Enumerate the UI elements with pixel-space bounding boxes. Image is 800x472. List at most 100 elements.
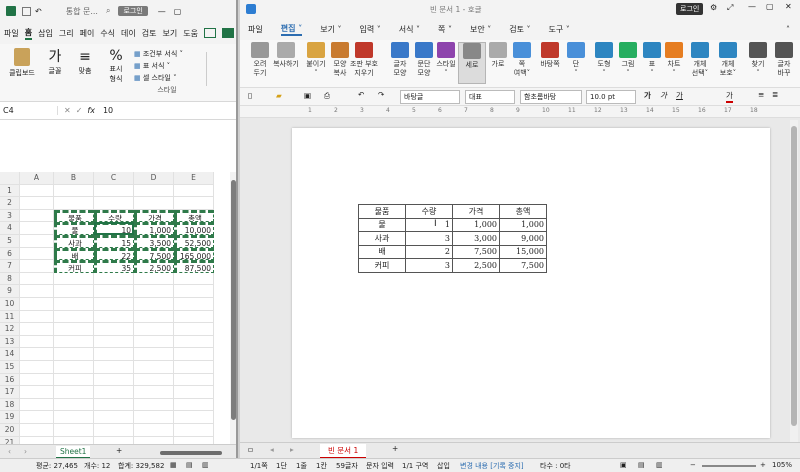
align-left-icon[interactable]: ≡ — [758, 90, 764, 99]
grid-cell[interactable] — [94, 335, 134, 349]
undo-icon[interactable]: ↶ — [358, 90, 364, 99]
hwp-table-cell[interactable]: 배 — [358, 244, 406, 259]
row-header[interactable]: 5 — [0, 235, 20, 248]
font-button[interactable]: 가 글꼴 — [42, 48, 68, 76]
grid-cell[interactable] — [20, 310, 54, 324]
hwp-table-cell[interactable]: 15,000 — [499, 244, 547, 259]
settings-icon[interactable]: ⚙ — [710, 3, 717, 12]
hwp-table-cell[interactable]: 7,500 — [499, 258, 547, 273]
name-box[interactable]: C4 — [0, 106, 58, 115]
grid-cell[interactable] — [20, 411, 54, 424]
grid-cell[interactable]: 3,500 — [134, 235, 174, 248]
italic-icon[interactable]: 가 — [660, 90, 667, 101]
grid-cell[interactable] — [20, 323, 54, 336]
grid-cell[interactable] — [94, 323, 134, 336]
hwp-table-header-cell[interactable]: 수량 — [405, 204, 453, 219]
hwp-menu-page[interactable]: 쪽 ˅ — [438, 24, 452, 35]
grid-cell[interactable] — [20, 272, 54, 286]
hwp-table-cell[interactable]: 2 — [405, 244, 453, 259]
grid-cell[interactable] — [174, 298, 214, 311]
hwp-ribbon-button-9[interactable]: 세로 — [458, 42, 486, 84]
comment-icon[interactable] — [203, 28, 216, 38]
underline-icon[interactable]: 가 — [676, 90, 683, 101]
hwp-ribbon-button-17[interactable]: 차트 ˅ — [660, 42, 688, 78]
grid-cell[interactable] — [54, 272, 94, 286]
grid-cell[interactable]: 52,500 — [174, 235, 214, 248]
grid-cell[interactable]: 물품 — [54, 209, 94, 223]
grid-cell[interactable] — [134, 398, 174, 412]
grid-cell[interactable] — [54, 348, 94, 361]
hwp-table-cell[interactable]: 커피 — [358, 258, 406, 273]
grid-cell[interactable] — [54, 335, 94, 349]
grid-cell[interactable] — [174, 411, 214, 424]
grid-cell[interactable] — [94, 197, 134, 210]
ribbon-scroll[interactable] — [206, 52, 216, 86]
hwp-menu-security[interactable]: 보안 ˅ — [470, 24, 491, 35]
restore-icon[interactable]: ⤢ — [727, 3, 733, 13]
excel-menu-review[interactable]: 검토 — [142, 28, 157, 39]
grid-cell[interactable] — [94, 424, 134, 437]
doc-next-icon[interactable]: ▸ — [290, 445, 294, 454]
grid-cell[interactable] — [174, 398, 214, 412]
excel-view-layout-icon[interactable]: ▤ — [186, 461, 193, 469]
grid-cell[interactable] — [20, 386, 54, 399]
hwp-table-cell[interactable]: 3 — [405, 258, 453, 273]
grid-cell[interactable] — [134, 184, 174, 198]
row-header[interactable]: 19 — [0, 411, 20, 424]
hwp-close-icon[interactable]: ✕ — [785, 2, 792, 11]
grid-cell[interactable] — [94, 298, 134, 311]
row-header[interactable]: 9 — [0, 285, 20, 298]
grid-cell[interactable] — [134, 285, 174, 298]
grid-cell[interactable]: 22 — [94, 247, 134, 261]
excel-view-normal-icon[interactable]: ▦ — [170, 461, 177, 469]
grid-cell[interactable]: 총액 — [174, 209, 214, 223]
row-header[interactable]: 20 — [0, 424, 20, 437]
grid-cell[interactable] — [94, 310, 134, 324]
hwp-ribbon-button-11[interactable]: 쪽 여백˅ — [508, 42, 536, 78]
grid-cell[interactable] — [20, 298, 54, 311]
hwp-table-header-cell[interactable]: 가격 — [452, 204, 500, 219]
excel-menu-help[interactable]: 도움 — [183, 28, 198, 39]
hwp-ribbon-button-19[interactable]: 개체 보호˅ — [714, 42, 742, 78]
grid-cell[interactable] — [54, 398, 94, 412]
hwp-minimize-icon[interactable]: — — [748, 2, 756, 11]
grid-cell[interactable] — [94, 348, 134, 361]
grid-cell[interactable] — [94, 361, 134, 374]
hwp-status-track[interactable]: 변경 내용 [기록 중지] — [460, 461, 524, 471]
grid-cell[interactable] — [174, 335, 214, 349]
row-header[interactable]: 8 — [0, 272, 20, 286]
formula-input[interactable]: 10 — [103, 106, 113, 115]
grid-cell[interactable] — [174, 386, 214, 399]
grid-cell[interactable] — [174, 310, 214, 324]
hwp-ribbon-button-5[interactable]: 조판 부호 지우기 — [350, 42, 378, 78]
grid-cell[interactable]: 165,000 — [174, 247, 214, 261]
hwp-ribbon-button-21[interactable]: 글자 바꾸 — [770, 42, 798, 78]
align-justify-icon[interactable]: ≣ — [772, 90, 778, 99]
grid-cell[interactable] — [54, 361, 94, 374]
hwp-table-header-cell[interactable]: 총액 — [499, 204, 547, 219]
hwp-view-icon-1[interactable]: ▣ — [620, 461, 627, 469]
grid-cell[interactable] — [20, 197, 54, 210]
hwp-menu-insert[interactable]: 입력 ˅ — [360, 24, 381, 35]
select-all-corner[interactable] — [0, 172, 20, 185]
hwp-table-cell[interactable]: 1 — [405, 217, 453, 232]
grid-cell[interactable]: 15 — [94, 235, 134, 248]
grid-cell[interactable] — [134, 272, 174, 286]
align-button[interactable]: ≡ 맞춤 — [72, 48, 98, 76]
hwp-ribbon-button-8[interactable]: 스타일 ˅ — [432, 42, 460, 78]
style-select[interactable]: 바탕글 — [400, 90, 460, 104]
grid-cell[interactable] — [134, 335, 174, 349]
grid-cell[interactable]: 가격 — [134, 209, 174, 223]
grid-cell[interactable] — [20, 348, 54, 361]
grid-cell[interactable] — [174, 323, 214, 336]
grid-cell[interactable] — [134, 361, 174, 374]
excel-menu-file[interactable]: 파일 — [4, 28, 19, 39]
hwp-table-cell[interactable]: 7,500 — [452, 244, 500, 259]
grid-cell[interactable] — [94, 398, 134, 412]
vertical-scrollbar[interactable] — [230, 172, 236, 444]
hwp-ribbon-button-2[interactable]: 복사하기 — [272, 42, 300, 69]
grid-cell[interactable]: 7,500 — [134, 247, 174, 261]
grid-cell[interactable] — [20, 235, 54, 248]
hwp-ribbon-button-20[interactable]: 찾기 ˅ — [744, 42, 772, 78]
grid-cell[interactable]: 물 — [54, 222, 94, 235]
